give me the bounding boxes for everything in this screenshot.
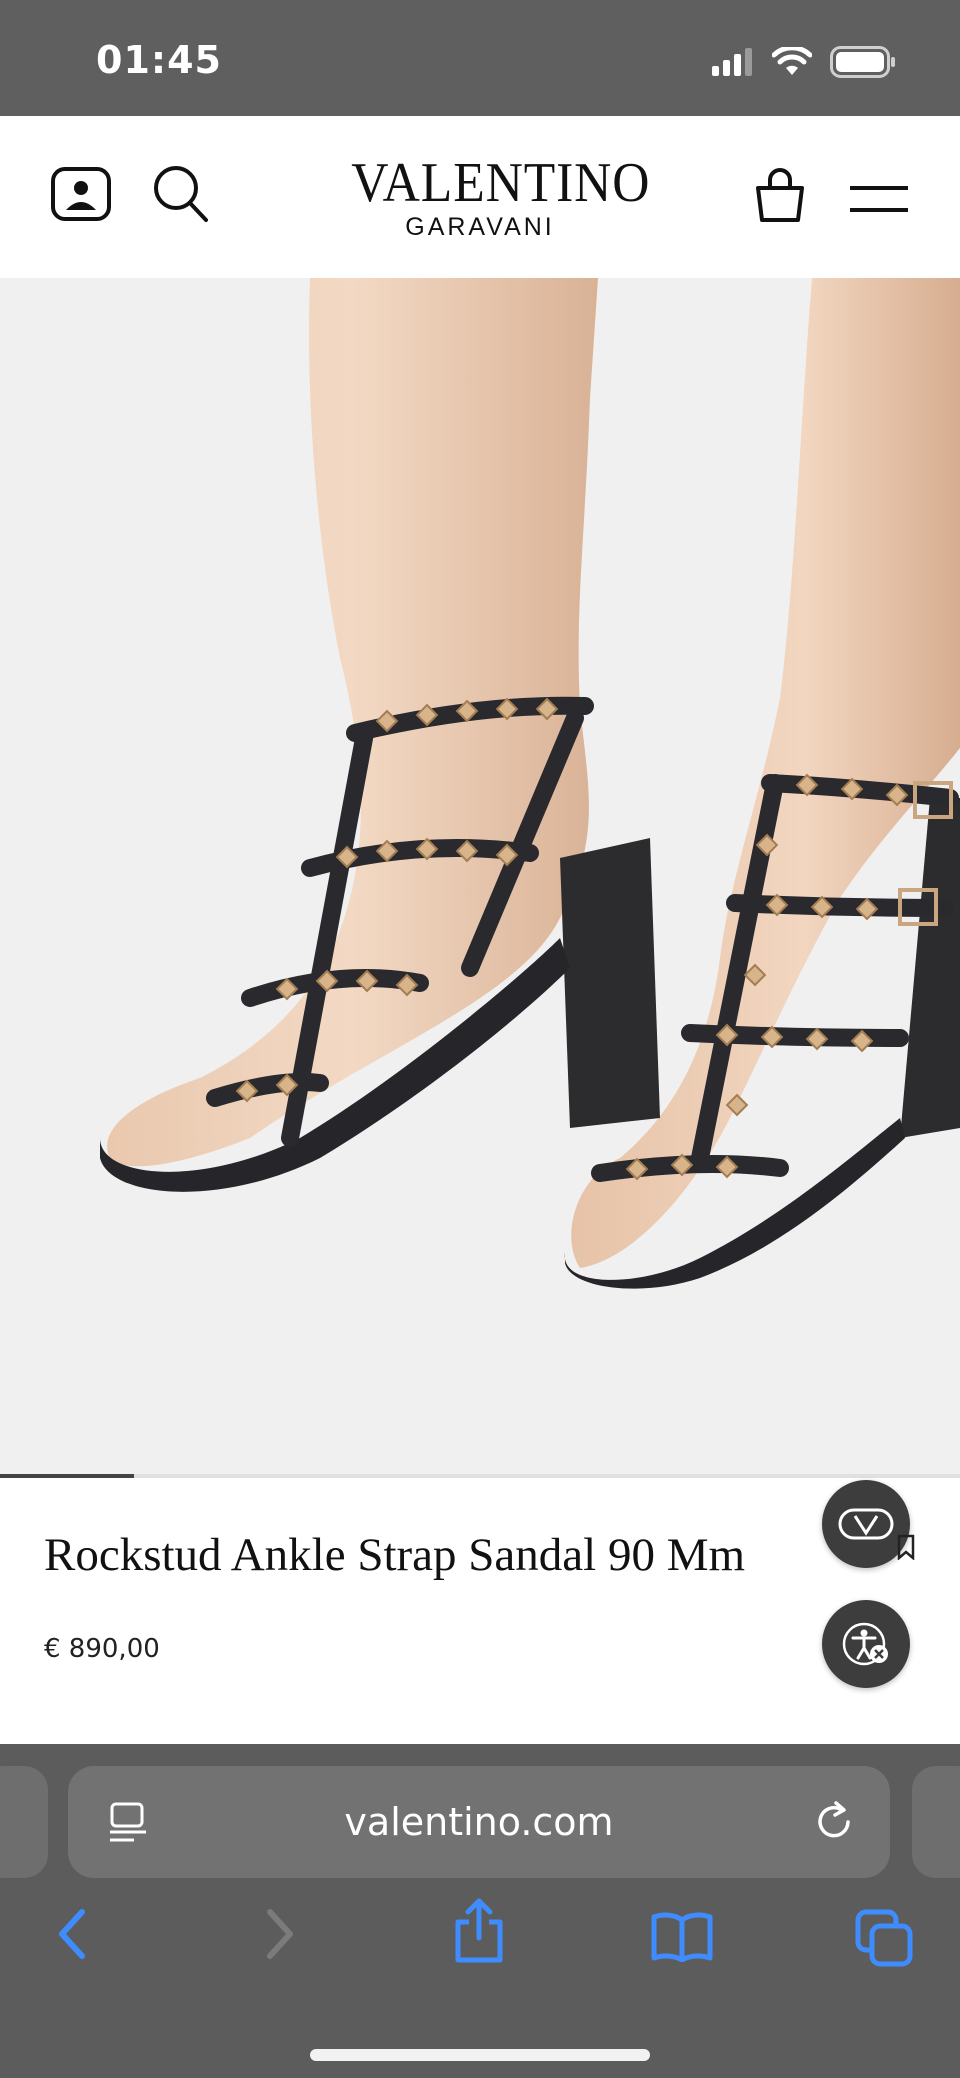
address-bar[interactable]: valentino.com [68,1766,890,1878]
bookmark-icon[interactable] [896,1534,916,1560]
shopping-bag-button[interactable] [752,168,808,229]
brand-subtitle: GARAVANI [405,213,555,241]
battery-icon [830,46,895,78]
brand-logo[interactable]: VALENTINO GARAVANI [340,152,651,242]
site-header: VALENTINO GARAVANI [0,116,960,278]
next-tab-preview[interactable] [912,1766,960,1878]
url-text: valentino.com [344,1800,614,1844]
forward-button[interactable] [260,1904,300,1969]
share-button[interactable] [452,1898,506,1969]
chevron-right-icon [267,1909,293,1959]
product-image[interactable] [0,278,960,1478]
home-indicator [310,2049,650,2061]
menu-button[interactable] [848,184,910,219]
wifi-icon [772,47,812,75]
status-time: 01:45 [96,38,222,82]
signal-icon [712,48,752,76]
account-button[interactable] [50,166,112,227]
previous-tab-preview[interactable] [0,1766,48,1878]
bookmarks-button[interactable] [650,1912,714,1967]
book-icon [651,1912,713,1963]
vlogo-icon [838,1508,894,1540]
reload-icon[interactable] [812,1800,856,1844]
share-icon [455,1898,503,1963]
back-button[interactable] [52,1904,92,1969]
search-button[interactable] [152,164,210,229]
product-price: € 890,00 [44,1634,160,1664]
hamburger-menu-icon [850,186,908,212]
product-title: Rockstud Ankle Strap Sandal 90 Mm [44,1529,746,1581]
tabs-icon [855,1909,913,1967]
search-icon [154,166,208,222]
sandal-illustration [100,278,960,1289]
browser-bottom-bar: valentino.com [0,1744,960,2078]
shopping-bag-icon [756,168,804,222]
chevron-left-icon [59,1909,85,1959]
account-icon [51,167,111,221]
accessibility-icon [842,1622,888,1666]
status-bar: 01:45 [0,0,960,116]
accessibility-button[interactable] [822,1600,910,1688]
brand-name: VALENTINO [351,152,651,214]
status-icons [712,46,896,78]
product-info: Rockstud Ankle Strap Sandal 90 Mm € 890,… [0,1478,960,1744]
tabs-button[interactable] [854,1908,914,1973]
